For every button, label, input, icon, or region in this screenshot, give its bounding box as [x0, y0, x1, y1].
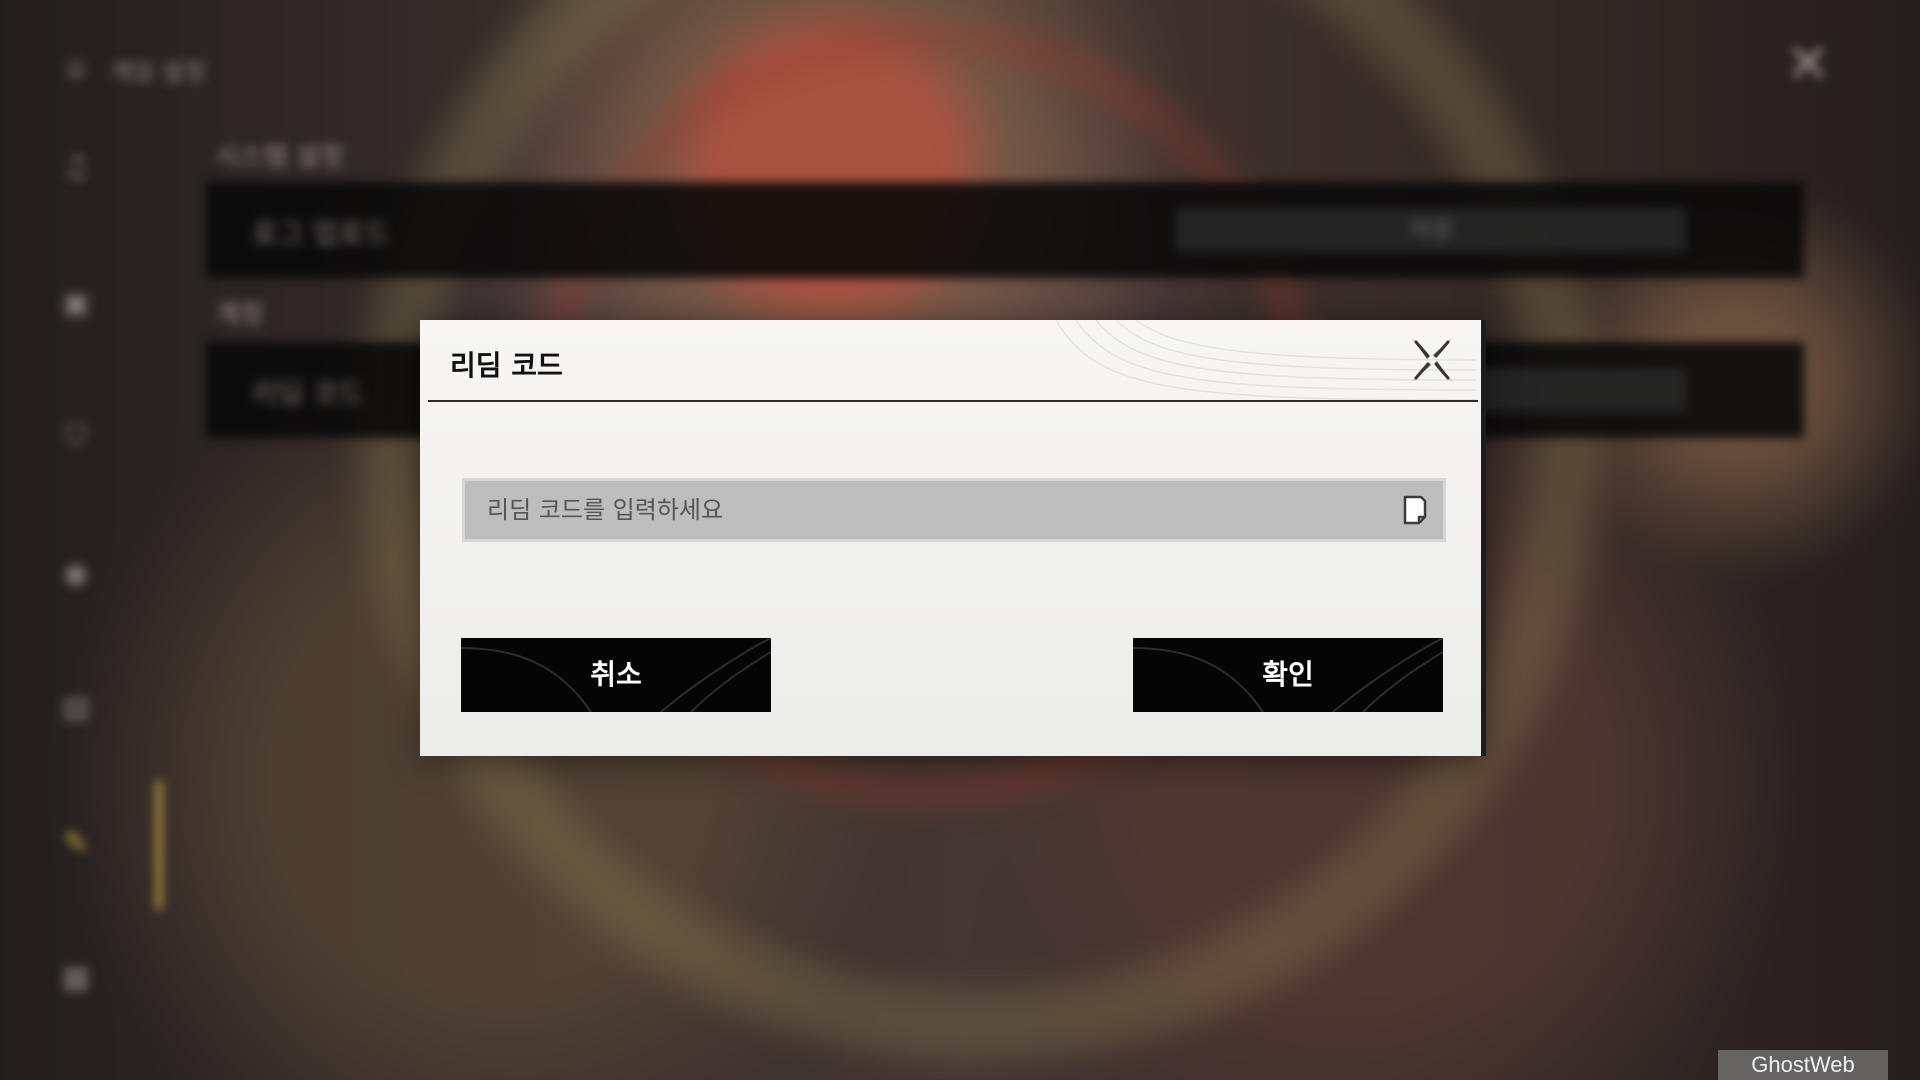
- more-icon: ▦: [61, 960, 91, 995]
- row-value: 저장: [1176, 208, 1686, 252]
- settings-title: 게임 설정: [110, 58, 206, 86]
- music-icon: ♫: [62, 150, 90, 185]
- keyboard-icon: ▤: [61, 690, 91, 725]
- close-button[interactable]: [1402, 330, 1462, 390]
- shield-icon: ⛉: [64, 420, 88, 455]
- display-icon: ▣: [61, 286, 91, 321]
- section-heading-system: 시스템 설정: [216, 142, 344, 172]
- home-icon: ⌂: [66, 50, 86, 85]
- gamepad-icon: ◉: [62, 556, 90, 591]
- settings-close-icon: ✕: [1785, 32, 1831, 95]
- row-label: 리딤 코드: [252, 377, 364, 410]
- cancel-label: 취소: [590, 658, 642, 691]
- row-label: 로그 업로드: [252, 217, 390, 250]
- dialog-edge-accent: [1481, 320, 1486, 756]
- section-heading-account: 계정: [216, 300, 264, 330]
- redeem-code-field[interactable]: [462, 478, 1446, 542]
- confirm-button[interactable]: 확인: [1133, 638, 1443, 712]
- active-indicator: [156, 780, 162, 910]
- settings-row-log-upload: 로그 업로드 저장: [206, 182, 1804, 278]
- redeem-code-dialog: 리딤 코드 리딤 코드를 입력하세요 취소 확인: [420, 320, 1486, 756]
- dialog-header: 리딤 코드: [428, 320, 1478, 402]
- redeem-code-input[interactable]: [465, 481, 1443, 539]
- cancel-button[interactable]: 취소: [461, 638, 771, 712]
- account-icon: ✎: [63, 826, 89, 861]
- confirm-label: 확인: [1262, 658, 1314, 691]
- close-icon: [1412, 338, 1452, 382]
- watermark: GhostWeb: [1718, 1050, 1888, 1080]
- dialog-title: 리딤 코드: [450, 349, 563, 382]
- paste-icon[interactable]: [1401, 495, 1429, 525]
- game-screen: ⌂ 게임 설정 ♫ ▣ ⛉ ◉ ▤ ✎ ▦ ✕ 시스템 설정 로그 업로드 저장…: [0, 0, 1920, 1080]
